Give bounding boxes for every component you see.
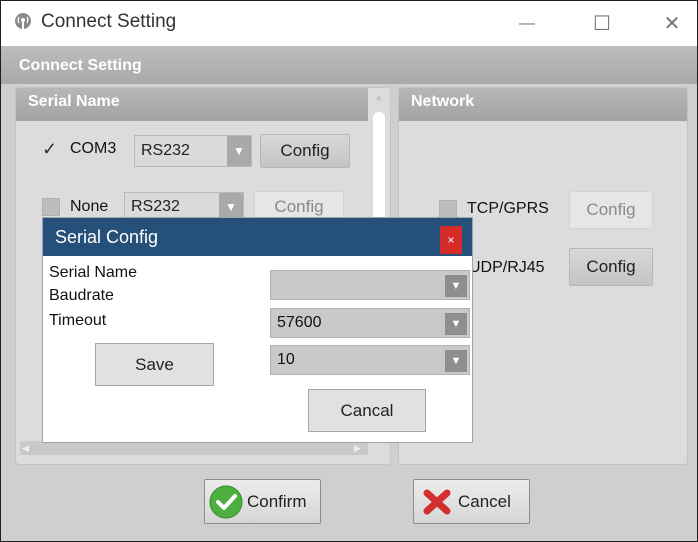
save-label: Save [135,354,174,374]
dialog-title-bar: Serial Config × [43,218,472,256]
save-button[interactable]: Save [95,343,214,386]
checkmark-icon [209,485,243,518]
connect-setting-window: Connect Setting — ☐ ✕ Connect Setting Se… [0,0,698,542]
red-x-icon [423,489,451,514]
chevron-down-icon: ▼ [227,136,251,166]
tcp-gprs-checkbox[interactable] [439,200,457,218]
tcp-config-label: Config [586,200,636,219]
baudrate-label: Baudrate [49,287,114,304]
maximize-icon: ☐ [593,13,611,35]
close-icon: ✕ [663,13,681,35]
timeout-label: Timeout [49,312,107,329]
chevron-down-icon: ▼ [445,350,467,372]
port-type-select[interactable]: RS232 ▼ [134,135,252,167]
close-icon: × [447,233,455,247]
chevron-down-icon: ▼ [445,275,467,297]
dialog-cancel-button[interactable]: Cancal [308,389,426,432]
serial-config-label: Config [274,197,324,216]
dialog-title: Serial Config [55,227,159,247]
scroll-right-icon: ▶ [354,443,361,453]
tcp-gprs-label: TCP/GPRS [467,200,549,217]
serial-config-label: Config [280,141,330,160]
timeout-value: 10 [277,351,295,368]
serial-config-dialog: Serial Config × Serial Name Baudrate Tim… [43,218,472,442]
minimize-icon: — [519,14,535,32]
port-label: COM3 [70,140,117,157]
none-checkbox[interactable] [42,198,60,216]
udp-rj45-label: UDP/RJ45 [469,259,545,276]
client-header: Connect Setting [1,46,697,84]
serial-name-label: Serial Name [49,264,138,281]
confirm-label: Confirm [247,491,307,511]
serial-name-select[interactable]: ▼ [270,270,470,300]
com3-checkbox[interactable]: ✓ [42,140,60,158]
maximize-button[interactable]: ☐ [579,1,625,46]
dialog-cancel-label: Cancal [340,400,394,420]
serial-group-header: Serial Name [16,88,390,121]
udp-config-button[interactable]: Config [569,248,653,286]
title-bar: Connect Setting — ☐ ✕ [1,1,697,46]
serial-config-button[interactable]: Config [260,134,350,168]
close-button[interactable]: ✕ [649,1,695,46]
baudrate-select[interactable]: 57600 ▼ [270,308,470,338]
udp-config-label: Config [586,257,636,276]
timeout-select[interactable]: 10 ▼ [270,345,470,375]
scroll-left-icon: ◀ [22,443,29,453]
scroll-up-icon: ▲ [374,92,384,103]
antenna-icon [15,13,31,30]
confirm-button[interactable]: Confirm [204,479,321,524]
baudrate-value: 57600 [277,314,322,331]
port-type-value: RS232 [141,142,190,159]
port-label: None [70,198,109,215]
cancel-label: Cancel [458,491,511,511]
window-title: Connect Setting [41,11,177,32]
cancel-button[interactable]: Cancel [413,479,530,524]
minimize-button[interactable]: — [504,1,550,46]
dialog-close-button[interactable]: × [440,226,462,254]
port-type-value: RS232 [131,198,180,215]
horizontal-scrollbar[interactable]: ◀ ▶ [20,441,368,455]
tcp-config-button[interactable]: Config [569,191,653,229]
network-group-header: Network [399,88,687,121]
chevron-down-icon: ▼ [219,193,243,221]
chevron-down-icon: ▼ [445,313,467,335]
